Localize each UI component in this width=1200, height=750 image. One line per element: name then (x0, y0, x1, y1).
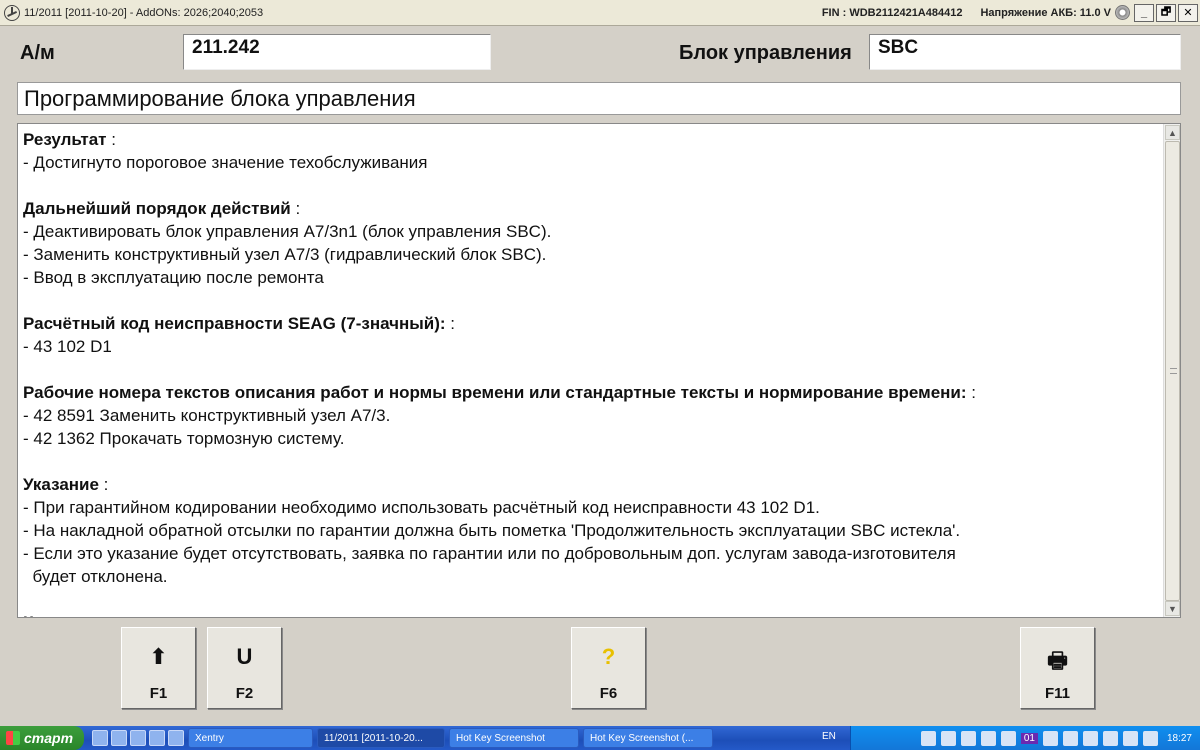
taskbar: старт Xentry 11/2011 [2011-10-20... Hot … (0, 726, 1200, 750)
section-heading-colon: : (106, 130, 116, 149)
system-tray: 01 18:27 (850, 726, 1200, 750)
section-line: - Заменить конструктивный узел A7/3 (гид… (23, 245, 547, 264)
quick-launch (92, 730, 184, 746)
title-bar: 11/2011 [2011-10-20] - AddONs: 2026;2040… (0, 0, 1200, 26)
tray-badge[interactable]: 01 (1020, 732, 1038, 744)
result-section: Результат : - Достигнуто пороговое значен… (23, 128, 1163, 174)
vertical-scrollbar[interactable]: ▲ ▼ (1163, 124, 1180, 617)
clock: 18:27 (1166, 732, 1192, 744)
settings-icon[interactable] (1115, 5, 1130, 20)
section-line: - На накладной обратной отсылки по гаран… (23, 521, 961, 540)
result-section: Дальнейший порядок действий : - Деактивир… (23, 197, 1163, 289)
task-hotkey-folder[interactable]: Hot Key Screenshot (449, 728, 579, 748)
grid-icon[interactable] (111, 730, 127, 746)
section-heading-text: Рабочие номера текстов описания работ и … (23, 383, 967, 402)
section-heading-colon: : (445, 314, 456, 333)
section-heading-colon: : (966, 383, 976, 402)
section-line: - 42 8591 Заменить конструктивный узел A… (23, 406, 391, 425)
task-xentry[interactable]: Xentry (188, 728, 313, 748)
section-heading-text: Дальнейший порядок действий (23, 199, 291, 218)
printer-icon: 🖶 (1047, 648, 1068, 673)
ie-icon[interactable] (130, 730, 146, 746)
section-heading-text: Конец проверки (23, 613, 159, 617)
control-unit-label: Блок управления (679, 42, 852, 64)
language-indicator[interactable]: EN (822, 731, 836, 742)
section-line: - 42 1362 Прокачать тормозную систему. (23, 429, 345, 448)
scroll-up-arrow-icon[interactable]: ▲ (1165, 125, 1180, 140)
mercedes-star-icon (4, 4, 20, 21)
tray-icon[interactable] (980, 730, 996, 746)
f11-print-button[interactable]: 🖶 F11 (1020, 627, 1095, 709)
section-heading: Дальнейший порядок действий : (23, 197, 1163, 220)
f1-label: F1 (149, 685, 168, 702)
section-line: будет отклонена. (23, 567, 168, 586)
tray-icon[interactable] (940, 730, 956, 746)
keyboard-icon[interactable] (92, 730, 108, 746)
arrow-up-icon: ⬆ (149, 644, 168, 669)
window-title: 11/2011 [2011-10-20] - AddONs: 2026;2040… (24, 6, 264, 19)
section-heading: Указание : (23, 473, 1163, 496)
u-turn-icon: U (236, 644, 253, 669)
volume-icon[interactable] (1082, 730, 1098, 746)
tray-icon[interactable] (1000, 730, 1016, 746)
restore-button[interactable]: 🗗 (1156, 3, 1176, 22)
browser-icon[interactable] (168, 730, 184, 746)
section-line: - 43 102 D1 (23, 337, 112, 356)
section-heading: Конец проверки (23, 611, 1163, 617)
section-heading-colon: : (98, 475, 109, 494)
page-title: Программирование блока управления (17, 82, 1181, 115)
result-section: Конец проверки (23, 611, 1163, 617)
windows-flag-icon (6, 731, 20, 745)
tray-icon[interactable] (1122, 730, 1138, 746)
section-line: - Достигнуто пороговое значение техобслу… (23, 153, 428, 172)
section-heading: Расчётный код неисправности SEAG (7-знач… (23, 312, 1163, 335)
section-heading: Результат : (23, 128, 1163, 151)
help-icon: ? (601, 644, 616, 669)
result-section: Расчётный код неисправности SEAG (7-знач… (23, 312, 1163, 358)
explorer-icon[interactable] (149, 730, 165, 746)
scroll-thumb[interactable] (1165, 141, 1180, 601)
tray-icon[interactable] (1102, 730, 1118, 746)
tray-icon[interactable] (1042, 730, 1058, 746)
section-heading: Рабочие номера текстов описания работ и … (23, 381, 1163, 404)
close-button[interactable]: ✕ (1178, 3, 1198, 22)
result-text: Результат : - Достигнуто пороговое значен… (23, 128, 1163, 617)
minimize-button[interactable]: _ (1134, 3, 1154, 22)
start-button[interactable]: старт (0, 726, 84, 750)
car-model-label: А/м (20, 42, 55, 64)
section-line: - Деактивировать блок управления A7/3n1 … (23, 222, 552, 241)
start-label: старт (24, 730, 74, 746)
section-heading-text: Указание (23, 475, 99, 494)
f6-label: F6 (599, 685, 618, 702)
section-heading-text: Расчётный код неисправности SEAG (7-знач… (23, 314, 446, 333)
result-section: Указание : - При гарантийном кодировании … (23, 473, 1163, 588)
section-heading-text: Результат (23, 130, 107, 149)
scroll-down-arrow-icon[interactable]: ▼ (1165, 601, 1180, 616)
tray-icon[interactable] (1142, 730, 1158, 746)
battery-voltage: Напряжение АКБ: 11.0 V (980, 6, 1111, 19)
car-model-field: 211.242 (183, 34, 491, 70)
result-section: Рабочие номера текстов описания работ и … (23, 381, 1163, 450)
tray-icon[interactable] (1062, 730, 1078, 746)
f11-label: F11 (1044, 685, 1071, 702)
section-line: - Ввод в эксплуатацию после ремонта (23, 268, 324, 287)
f1-back-button[interactable]: ⬆ F1 (121, 627, 196, 709)
fin-label: FIN : WDB2112421A484412 (821, 6, 963, 19)
task-hotkey-app[interactable]: Hot Key Screenshot (... (583, 728, 713, 748)
f2-return-button[interactable]: U F2 (207, 627, 282, 709)
tray-icon[interactable] (920, 730, 936, 746)
section-line: - Если это указание будет отсутствовать,… (23, 544, 956, 563)
task-xentry-window[interactable]: 11/2011 [2011-10-20... (317, 728, 445, 748)
section-heading-colon: : (290, 199, 301, 218)
control-unit-field: SBC (869, 34, 1181, 70)
tray-icon[interactable] (960, 730, 976, 746)
f2-label: F2 (235, 685, 254, 702)
f6-help-button[interactable]: ? F6 (571, 627, 646, 709)
result-text-area[interactable]: Результат : - Достигнуто пороговое значен… (17, 123, 1181, 618)
section-line: - При гарантийном кодировании необходимо… (23, 498, 820, 517)
